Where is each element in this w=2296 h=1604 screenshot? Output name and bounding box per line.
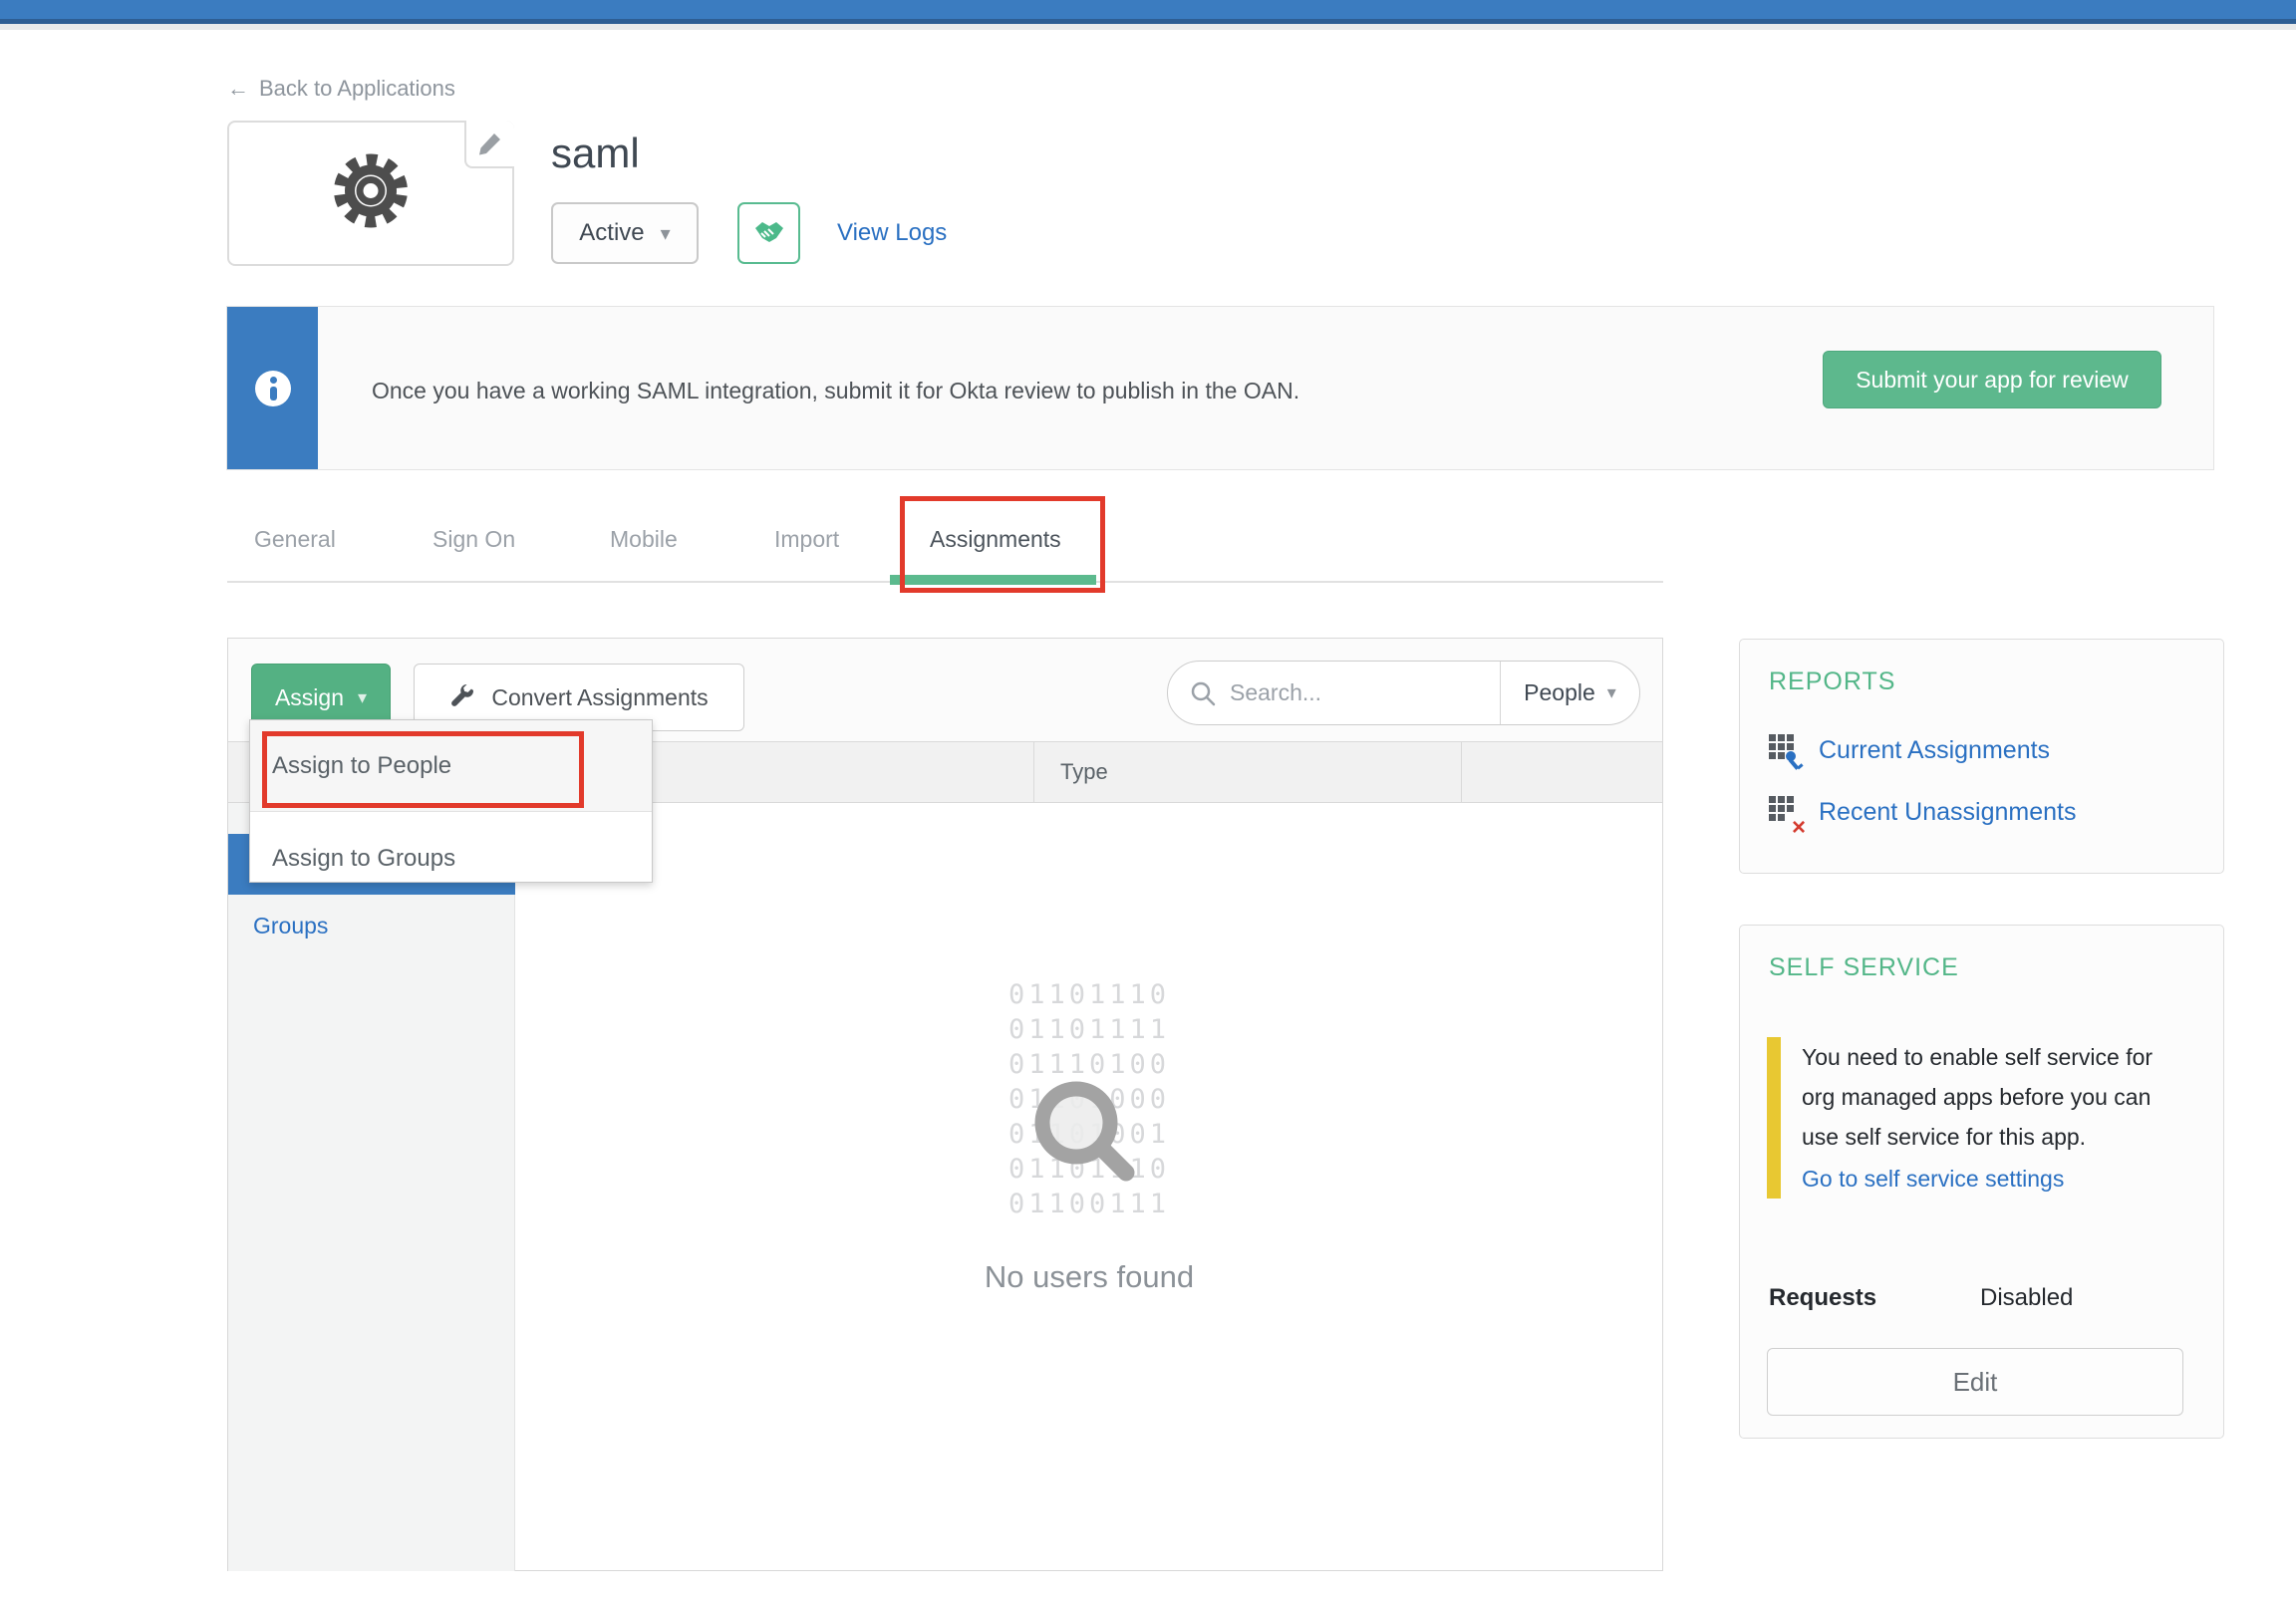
requests-row: Requests Disabled [1769, 1284, 2195, 1312]
wrench-icon [449, 684, 475, 710]
page-title: saml [551, 130, 640, 177]
search-icon [1190, 680, 1216, 706]
current-assignments-link[interactable]: Current Assignments [1769, 734, 2050, 766]
info-banner-text: Once you have a working SAML integration… [372, 378, 1299, 404]
tab-sign-on[interactable]: Sign On [432, 526, 515, 553]
self-service-callout: You need to enable self service for org … [1767, 1037, 2186, 1199]
menu-item-assign-to-groups[interactable]: Assign to Groups [250, 812, 652, 905]
assignment-filter-rail: Groups [228, 803, 515, 1571]
assign-button-label: Assign [275, 684, 344, 711]
self-service-panel: SELF SERVICE You need to enable self ser… [1739, 925, 2224, 1439]
okta-app-page: ←Back to Applications saml Active ▾ Vie [0, 0, 2296, 1604]
magnifier-icon [1024, 1073, 1154, 1203]
filter-item-groups[interactable]: Groups [253, 913, 328, 939]
self-service-note: You need to enable self service for org … [1802, 1037, 2186, 1157]
oan-handshake-button[interactable] [737, 202, 800, 264]
requests-status-value: Disabled [1980, 1284, 2073, 1312]
column-divider [1461, 742, 1462, 802]
self-service-title: SELF SERVICE [1769, 953, 1959, 982]
gear-icon [329, 149, 413, 233]
binary-line: 01101111 [516, 1012, 1662, 1047]
edit-self-service-button[interactable]: Edit [1767, 1348, 2183, 1416]
app-logo-card [227, 121, 514, 266]
info-icon [255, 371, 291, 406]
chevron-down-icon: ▾ [661, 221, 671, 246]
edit-logo-button[interactable] [464, 121, 514, 168]
status-label: Active [579, 219, 644, 247]
report-grid-key-icon [1769, 734, 1801, 766]
tab-assignments[interactable]: Assignments [930, 526, 1061, 553]
search-input[interactable] [1230, 679, 1459, 706]
view-logs-link[interactable]: View Logs [837, 219, 947, 247]
empty-state-message: No users found [516, 1259, 1662, 1295]
binary-line: 01101110 [516, 977, 1662, 1012]
type-column-header: Type [1060, 759, 1108, 785]
top-nav-bar-divider [0, 24, 2296, 30]
pencil-icon [476, 130, 504, 157]
search-filter-dropdown[interactable]: People ▾ [1500, 662, 1639, 724]
reports-panel: REPORTS Current Assignments × [1739, 639, 2224, 874]
back-link-label: Back to Applications [259, 76, 455, 101]
x-icon: × [1792, 814, 1806, 842]
key-icon [1785, 750, 1805, 772]
reports-title: REPORTS [1769, 668, 1895, 696]
chevron-down-icon: ▾ [1607, 682, 1616, 703]
tab-mobile[interactable]: Mobile [610, 526, 678, 553]
recent-unassignments-link[interactable]: × Recent Unassignments [1769, 796, 2076, 828]
recent-unassignments-label: Recent Unassignments [1819, 798, 2076, 827]
tab-general[interactable]: General [254, 526, 336, 553]
back-to-applications-link[interactable]: ← Back to Applications [227, 76, 455, 102]
handshake-icon [752, 218, 786, 248]
back-arrow-icon: ← [227, 76, 249, 101]
tab-import[interactable]: Import [774, 526, 839, 553]
report-grid-x-icon: × [1769, 796, 1801, 828]
active-tab-underline [890, 575, 1096, 585]
search-filter-label: People [1524, 679, 1595, 706]
current-assignments-label: Current Assignments [1819, 736, 2050, 765]
search-field-wrap [1168, 662, 1500, 724]
empty-state: 01101110 01101111 01110100 01101000 0110… [516, 977, 1662, 1295]
submit-app-review-button[interactable]: Submit your app for review [1823, 351, 2161, 408]
info-banner-accent [227, 307, 318, 469]
callout-accent-bar [1767, 1037, 1781, 1199]
convert-button-label: Convert Assignments [491, 684, 708, 711]
status-dropdown[interactable]: Active ▾ [551, 202, 699, 264]
info-banner: Once you have a working SAML integration… [226, 306, 2214, 470]
chevron-down-icon: ▾ [358, 687, 367, 708]
app-gear-logo [329, 149, 413, 238]
top-nav-bar [0, 0, 2296, 19]
magnifier-graphic [1024, 1073, 1154, 1207]
menu-item-assign-to-people[interactable]: Assign to People [250, 720, 652, 812]
requests-label: Requests [1769, 1284, 1980, 1312]
search-bar: People ▾ [1167, 661, 1640, 725]
column-divider [1033, 742, 1034, 802]
self-service-settings-link[interactable]: Go to self service settings [1802, 1159, 2186, 1199]
assign-dropdown-menu: Assign to People Assign to Groups [249, 719, 653, 883]
